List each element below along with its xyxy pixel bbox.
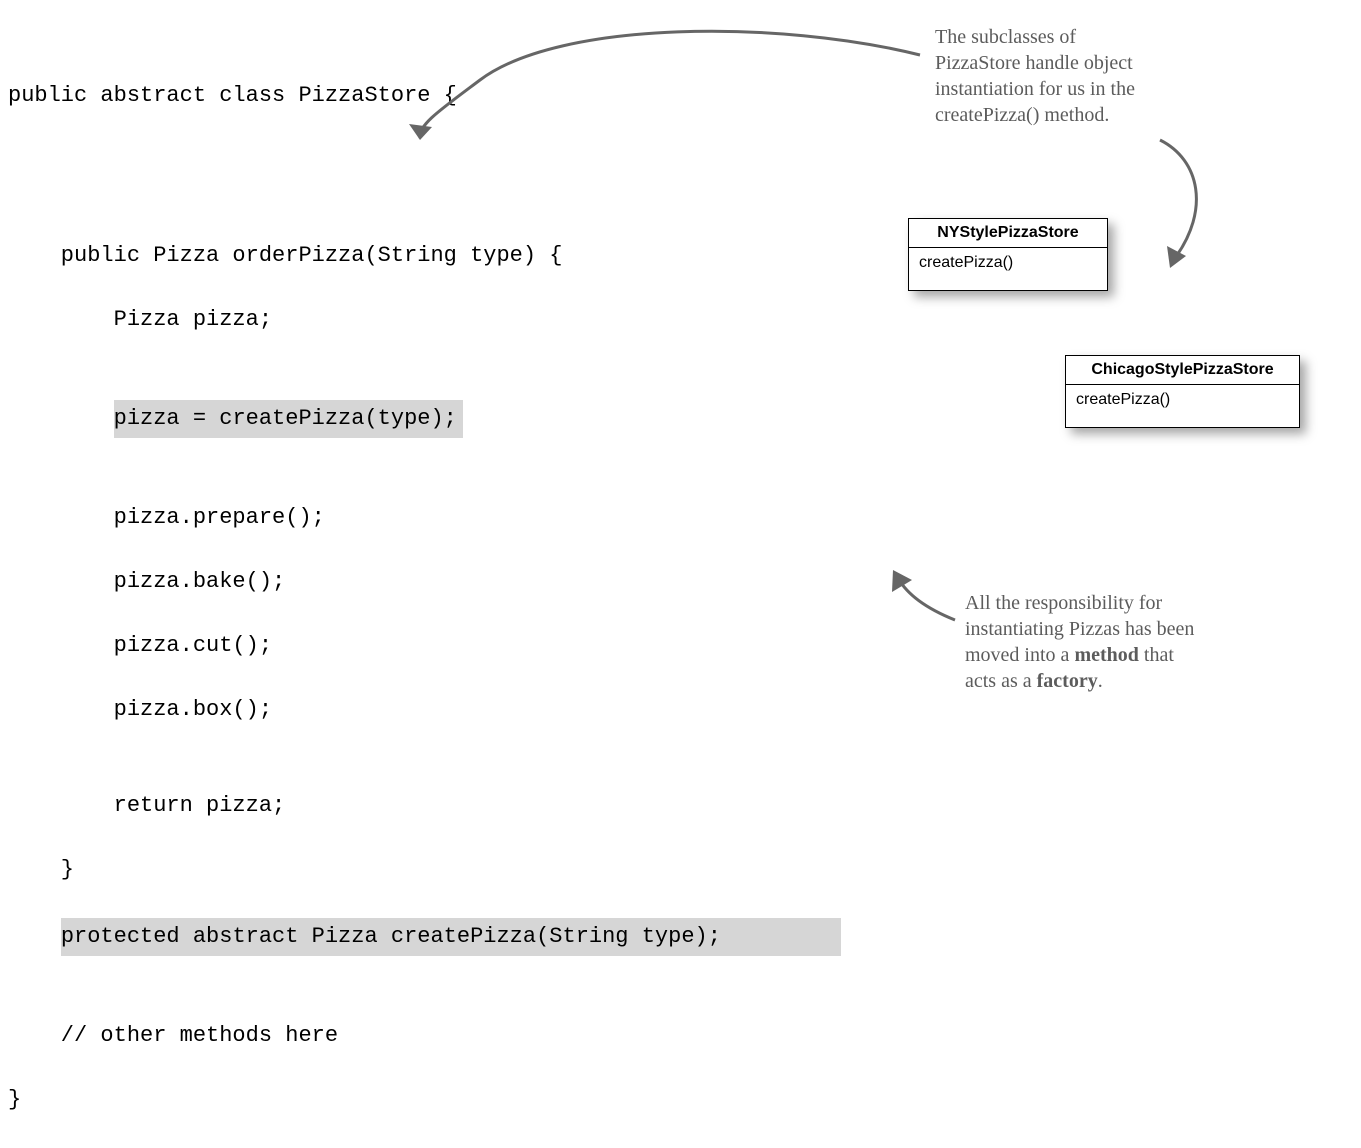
highlighted-code: pizza = createPizza(type); <box>114 400 463 438</box>
annotation-line: instantiating Pizzas has been <box>965 616 1285 642</box>
annotation-line: acts as a factory. <box>965 668 1285 694</box>
uml-method: createPizza() <box>1066 385 1299 427</box>
uml-class-chicagostyle: ChicagoStylePizzaStore createPizza() <box>1065 355 1300 428</box>
annotation-top: The subclasses of PizzaStore handle obje… <box>935 24 1235 128</box>
uml-title: ChicagoStylePizzaStore <box>1066 356 1299 385</box>
annotation-bottom: All the responsibility for instantiating… <box>965 590 1285 694</box>
code-line: protected abstract Pizza createPizza(Str… <box>8 918 841 956</box>
code-line: pizza = createPizza(type); <box>8 400 841 438</box>
code-line: Pizza pizza; <box>8 304 841 336</box>
annotation-line: instantiation for us in the <box>935 76 1235 102</box>
uml-title: NYStylePizzaStore <box>909 219 1107 248</box>
code-line: pizza.box(); <box>8 694 841 726</box>
annotation-line: PizzaStore handle object <box>935 50 1235 76</box>
uml-class-nystyle: NYStylePizzaStore createPizza() <box>908 218 1108 291</box>
uml-method: createPizza() <box>909 248 1107 290</box>
code-line: pizza.prepare(); <box>8 502 841 534</box>
code-line: return pizza; <box>8 790 841 822</box>
highlighted-code: protected abstract Pizza createPizza(Str… <box>61 918 841 956</box>
code-line: pizza.cut(); <box>8 630 841 662</box>
code-line: pizza.bake(); <box>8 566 841 598</box>
code-line: } <box>8 854 841 886</box>
annotation-line: moved into a method that <box>965 642 1285 668</box>
indent <box>8 406 114 431</box>
code-line: public abstract class PizzaStore { <box>8 80 841 112</box>
annotation-line: createPizza() method. <box>935 102 1235 128</box>
annotation-line: All the responsibility for <box>965 590 1285 616</box>
code-line: public Pizza orderPizza(String type) { <box>8 240 841 272</box>
indent <box>8 924 61 949</box>
code-block: public abstract class PizzaStore { publi… <box>8 48 841 1148</box>
code-line: } <box>8 1084 841 1116</box>
code-line: // other methods here <box>8 1020 841 1052</box>
annotation-line: The subclasses of <box>935 24 1235 50</box>
